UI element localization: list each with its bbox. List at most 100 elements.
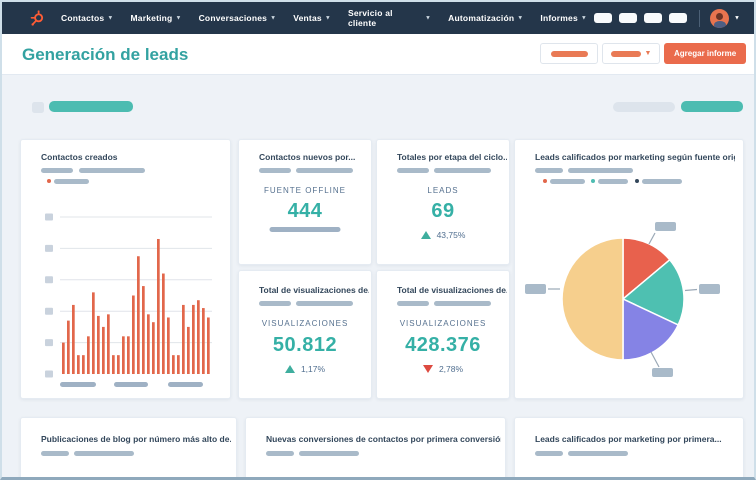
metric-label: VISUALIZACIONES bbox=[399, 319, 487, 328]
nav-action-button-2[interactable] bbox=[619, 13, 638, 23]
subtitle-placeholder bbox=[41, 451, 69, 456]
subtitle-placeholder bbox=[259, 168, 291, 173]
card-visualizaciones-a: Total de visualizaciones de... VISUALIZA… bbox=[238, 270, 372, 399]
subtitle-placeholder bbox=[397, 168, 429, 173]
hubspot-logo-icon[interactable] bbox=[28, 9, 45, 27]
metric-value: 428.376 bbox=[405, 334, 481, 356]
subtitle-placeholder bbox=[41, 168, 73, 173]
subtitle-placeholder bbox=[74, 451, 134, 456]
chevron-down-icon: ▼ bbox=[324, 15, 331, 22]
chevron-down-icon: ▼ bbox=[270, 15, 277, 22]
nav-action-button-1[interactable] bbox=[594, 13, 613, 23]
card-contactos-creados: Contactos creados bbox=[20, 139, 231, 399]
subtitle-placeholder bbox=[434, 168, 491, 173]
nav-divider bbox=[699, 9, 701, 27]
contacts-created-bar-chart bbox=[45, 213, 212, 387]
chevron-down-icon: ▼ bbox=[517, 15, 524, 22]
top-nav: Contactos ▼ Marketing ▼ Conversaciones ▼ Ve… bbox=[2, 2, 754, 34]
card-nuevas-conversiones: Nuevas conversiones de contactos por pri… bbox=[245, 417, 506, 477]
comparison-placeholder bbox=[269, 227, 341, 232]
card-title: Nuevas conversiones de contactos por pri… bbox=[266, 434, 501, 444]
delta-row: 43,75% bbox=[377, 230, 509, 240]
metric-value: 50.812 bbox=[272, 334, 338, 356]
nav-item-servicio[interactable]: Servicio al cliente ▼ bbox=[348, 8, 431, 28]
delta-up-icon bbox=[420, 231, 431, 239]
delta-row: 2,78% bbox=[377, 364, 509, 374]
card-leads-primera: Leads calificados por marketing por prim… bbox=[514, 417, 744, 477]
nav-item-informes[interactable]: Informes ▼ bbox=[540, 13, 587, 23]
card-title: Total de visualizaciones de... bbox=[397, 285, 507, 295]
card-title: Leads calificados por marketing por prim… bbox=[535, 434, 722, 444]
nav-action-button-3[interactable] bbox=[644, 13, 663, 23]
nav-item-label: Marketing bbox=[130, 13, 173, 23]
nav-item-automatizacion[interactable]: Automatización ▼ bbox=[448, 13, 523, 23]
nav-item-ventas[interactable]: Ventas ▼ bbox=[293, 13, 331, 23]
chevron-down-icon: ▼ bbox=[644, 50, 652, 57]
chevron-down-icon: ▼ bbox=[175, 15, 182, 22]
nav-action-button-4[interactable] bbox=[669, 13, 688, 23]
metric-label: LEADS bbox=[427, 186, 459, 195]
metric-value: 444 bbox=[287, 200, 323, 222]
subtitle-placeholder bbox=[397, 301, 429, 306]
metric-value: 69 bbox=[431, 200, 455, 222]
nav-item-marketing[interactable]: Marketing ▼ bbox=[131, 13, 182, 23]
nav-item-label: Contactos bbox=[61, 13, 105, 23]
legend-dot-icon bbox=[47, 179, 51, 183]
subtitle-placeholder bbox=[266, 451, 294, 456]
card-totales-etapa: Totales por etapa del ciclo... LEADS 69 … bbox=[376, 139, 510, 265]
delta-value: 1,17% bbox=[300, 364, 326, 374]
subtitle-placeholder bbox=[296, 168, 353, 173]
delta-down-icon bbox=[422, 365, 433, 373]
nav-menu: Contactos ▼ Marketing ▼ Conversaciones ▼ Ve… bbox=[61, 8, 587, 28]
card-title: Contactos nuevos por... bbox=[259, 152, 356, 162]
page-title: Generación de leads bbox=[22, 45, 189, 64]
chevron-down-icon: ▼ bbox=[580, 15, 588, 22]
card-leads-por-fuente: Leads calificados por marketing según fu… bbox=[514, 139, 744, 399]
date-range-placeholder[interactable] bbox=[613, 102, 675, 112]
nav-item-conversaciones[interactable]: Conversaciones ▼ bbox=[199, 13, 277, 23]
delta-row: 1,17% bbox=[239, 364, 371, 374]
page-header: Generación de leads ▼ Agregar informe bbox=[2, 34, 754, 75]
card-title: Publicaciones de blog por número más alt… bbox=[41, 434, 231, 444]
delta-value: 2,78% bbox=[438, 364, 464, 374]
delta-up-icon bbox=[284, 365, 295, 373]
nav-item-label: Informes bbox=[540, 13, 578, 23]
subtitle-placeholder bbox=[259, 301, 291, 306]
metric-label: FUENTE OFFLINE bbox=[263, 186, 346, 195]
card-publicaciones-blog: Publicaciones de blog por número más alt… bbox=[20, 417, 237, 477]
subtitle-placeholder bbox=[568, 451, 628, 456]
card-title: Total de visualizaciones de... bbox=[259, 285, 369, 295]
subtitle-placeholder bbox=[79, 168, 145, 173]
actions-placeholder[interactable] bbox=[681, 101, 743, 112]
header-action-button-1[interactable] bbox=[540, 43, 598, 64]
avatar[interactable] bbox=[710, 8, 730, 28]
app-window: Contactos ▼ Marketing ▼ Conversaciones ▼ Ve… bbox=[0, 0, 756, 480]
subtitle-placeholder bbox=[535, 451, 563, 456]
card-title: Contactos creados bbox=[41, 152, 118, 162]
header-action-dropdown[interactable]: ▼ bbox=[602, 43, 660, 64]
delta-value: 43,75% bbox=[436, 230, 466, 240]
nav-item-label: Ventas bbox=[293, 13, 322, 23]
card-contactos-nuevos: Contactos nuevos por... FUENTE OFFLINE 4… bbox=[238, 139, 372, 265]
nav-item-label: Conversaciones bbox=[198, 13, 268, 23]
nav-item-contactos[interactable]: Contactos ▼ bbox=[61, 13, 114, 23]
subtitle-placeholder bbox=[434, 301, 491, 306]
chevron-down-icon[interactable]: ▼ bbox=[734, 16, 740, 22]
nav-actions: ▼ bbox=[587, 8, 740, 28]
nav-item-label: Servicio al cliente bbox=[347, 8, 393, 28]
chevron-down-icon: ▼ bbox=[107, 15, 114, 22]
card-title: Totales por etapa del ciclo... bbox=[397, 152, 507, 162]
subtitle-placeholder bbox=[296, 301, 353, 306]
add-report-button[interactable]: Agregar informe bbox=[664, 43, 747, 64]
legend-label-placeholder bbox=[54, 179, 89, 184]
redacted-label bbox=[610, 50, 641, 57]
metric-label: VISUALIZACIONES bbox=[261, 319, 349, 328]
filter-checkbox-placeholder[interactable] bbox=[32, 102, 44, 113]
mql-pie-chart bbox=[525, 222, 720, 377]
dashboard-filter-placeholder[interactable] bbox=[49, 101, 133, 112]
nav-item-label: Automatización bbox=[448, 13, 515, 23]
subtitle-placeholder bbox=[299, 451, 359, 456]
card-visualizaciones-b: Total de visualizaciones de... VISUALIZA… bbox=[376, 270, 510, 399]
chevron-down-icon: ▼ bbox=[425, 15, 432, 22]
redacted-label bbox=[550, 50, 588, 57]
